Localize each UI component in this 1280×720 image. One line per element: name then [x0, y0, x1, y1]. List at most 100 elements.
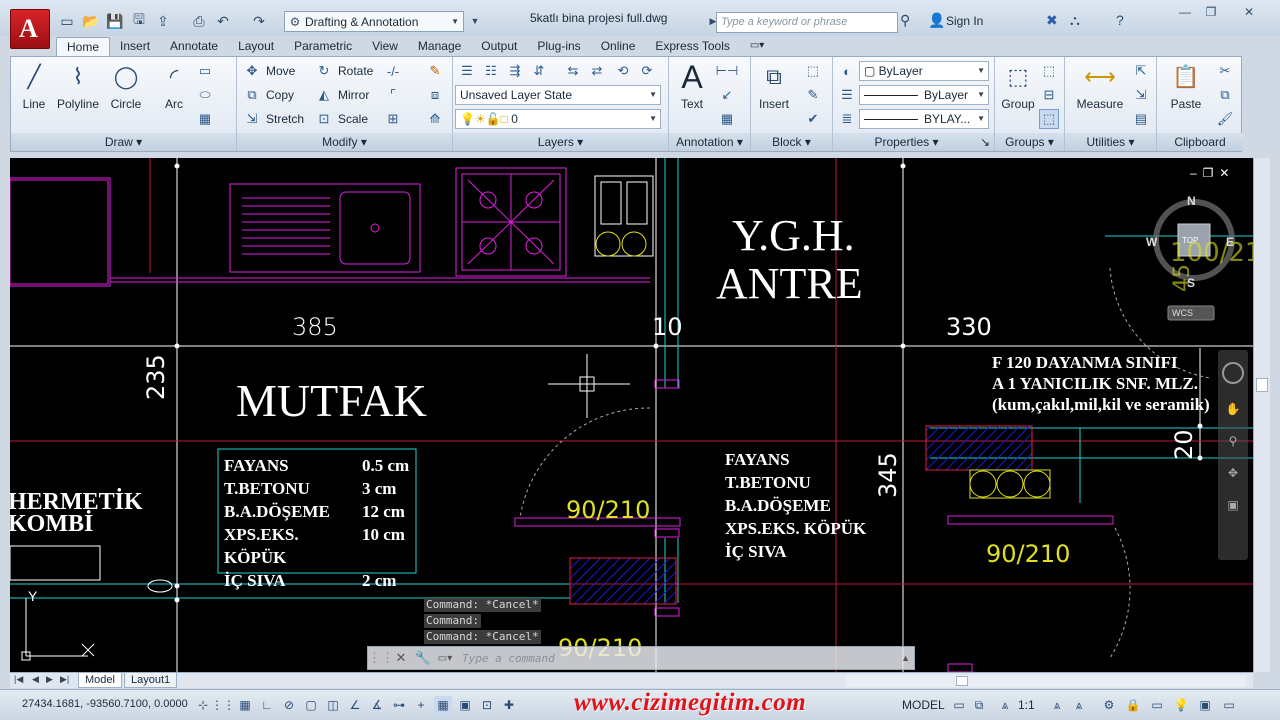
redo-icon[interactable]: ↷ [250, 12, 268, 30]
infer-constraints-icon[interactable]: ⊹ [194, 696, 212, 714]
sign-in-link[interactable]: Sign In [946, 14, 983, 28]
grip-icon[interactable]: ⋮⋮ [368, 650, 394, 666]
ribbon-options-icon[interactable]: ▭▾ [740, 37, 774, 56]
viewcube-top[interactable]: TOP [1182, 236, 1198, 245]
next-layout-icon[interactable]: ▶ [46, 674, 53, 685]
horizontal-scroll-thumb[interactable] [956, 676, 968, 686]
pan-icon[interactable]: ✋ [1224, 402, 1242, 420]
arc-tool[interactable]: ◜ Arc [151, 61, 197, 111]
polyline-tool[interactable]: ⌇ Polyline [53, 61, 103, 111]
web-save-icon[interactable]: ⇪ [154, 12, 172, 30]
block-panel-title[interactable]: Block ▾ [751, 133, 832, 151]
layer-off-icon[interactable]: ⟳ [637, 61, 657, 81]
viewcube-north[interactable]: N [1187, 194, 1196, 208]
showmotion-icon[interactable]: ▣ [1224, 498, 1242, 516]
properties-panel-title[interactable]: Properties ▾ ↘ [833, 133, 994, 151]
leader-icon[interactable]: ↙ [717, 85, 737, 105]
hatch-icon[interactable]: ▦ [195, 109, 215, 129]
recent-commands-icon[interactable]: ▭▾ [434, 653, 456, 664]
wrench-icon[interactable]: 🔧 [412, 650, 434, 666]
layer-freeze-icon[interactable]: ⟲ [613, 61, 633, 81]
layers-panel-title[interactable]: Layers ▾ [453, 133, 668, 151]
create-block-icon[interactable]: ⬚ [803, 61, 823, 81]
tab-view[interactable]: View [362, 37, 408, 56]
open-icon[interactable]: 📂 [82, 12, 100, 30]
tab-model[interactable]: Model [78, 673, 122, 688]
navigation-bar[interactable]: ✋ ⚲ ✥ ▣ [1218, 350, 1248, 560]
viewcube-east[interactable]: E [1226, 235, 1234, 249]
workspace-switching-icon[interactable]: ⚙ [1100, 696, 1118, 714]
group-selection-icon[interactable]: ⬚ [1039, 109, 1059, 129]
clipboard-panel-title[interactable]: Clipboard [1157, 133, 1243, 151]
orbit-icon[interactable]: ✥ [1224, 466, 1242, 484]
snap-mode-icon[interactable]: ⋮⋮ [211, 696, 235, 714]
maximize-button[interactable]: ❐ [1198, 3, 1224, 21]
wcs-menu[interactable]: WCS [1172, 308, 1193, 318]
rectangle-icon[interactable]: ▭ [195, 61, 215, 81]
scale-tool[interactable]: ⊡ Scale [315, 109, 368, 129]
undo-icon[interactable]: ↶ [214, 12, 232, 30]
text-tool[interactable]: A Text [669, 59, 715, 112]
viewcube-south[interactable]: S [1187, 276, 1195, 290]
attribute-icon[interactable]: ✔ [803, 109, 823, 129]
ortho-mode-icon[interactable]: ∟ [258, 696, 276, 714]
vertical-scroll-thumb[interactable] [1256, 378, 1268, 392]
lineweight-toggle-icon[interactable]: + [412, 696, 430, 714]
steering-wheel-icon[interactable] [1222, 362, 1244, 384]
tab-express-tools[interactable]: Express Tools [645, 37, 739, 56]
annotation-scale-icon[interactable]: ⩓ [996, 696, 1014, 714]
ungroup-icon[interactable]: ⬚ [1039, 61, 1059, 81]
help-icon[interactable]: ? [1116, 12, 1124, 28]
erase-icon[interactable]: ✎ [425, 61, 445, 81]
copy-clip-icon[interactable]: ⧉ [1215, 85, 1235, 105]
dynamic-ucs-icon[interactable]: ∡ [368, 696, 386, 714]
draw-panel-title[interactable]: Draw ▾ [11, 133, 236, 151]
object-snap-tracking-icon[interactable]: ∠ [346, 696, 364, 714]
polar-tracking-icon[interactable]: ⊘ [280, 696, 298, 714]
tab-output[interactable]: Output [471, 37, 527, 56]
tab-online[interactable]: Online [591, 37, 646, 56]
lineweight-icon[interactable]: ☰ [837, 85, 857, 105]
tab-annotate[interactable]: Annotate [160, 37, 228, 56]
search-input[interactable]: Type a keyword or phrase [716, 12, 898, 33]
application-status-icon[interactable]: ▣ [1196, 696, 1214, 714]
calculator-icon[interactable]: ▤ [1131, 109, 1151, 129]
zoom-icon[interactable]: ⚲ [1224, 434, 1242, 452]
model-space-toggle[interactable]: MODEL [902, 698, 945, 712]
mirror-tool[interactable]: ◭ Mirror [315, 85, 369, 105]
command-input[interactable]: Type a command [462, 652, 555, 665]
first-layout-icon[interactable]: |◀ [14, 674, 23, 685]
annotation-monitor-icon[interactable]: ✚ [500, 696, 518, 714]
lineweight-select[interactable]: BYLAY... ▼ [859, 109, 989, 129]
tab-parametric[interactable]: Parametric [284, 37, 362, 56]
exchange-icon[interactable]: ✖ [1046, 12, 1058, 29]
annotation-panel-title[interactable]: Annotation ▾ [669, 133, 750, 151]
layer-select[interactable]: 💡☀🔓□ 0 ▼ [455, 109, 661, 129]
linetype-icon[interactable]: ≣ [837, 109, 857, 129]
select-all-icon[interactable]: ⇱ [1131, 61, 1151, 81]
coordinate-readout[interactable]: 27434.1681, -93560.7100, 0.0000 [22, 698, 188, 710]
quick-view-layouts-icon[interactable]: ▭ [950, 696, 968, 714]
close-button[interactable]: ✕ [1236, 3, 1262, 21]
trim-icon[interactable]: -/- [383, 61, 403, 81]
application-menu-button[interactable]: A [10, 9, 50, 49]
tab-layout[interactable]: Layout [228, 37, 284, 56]
isolate-objects-icon[interactable]: 💡 [1172, 696, 1190, 714]
lock-icon[interactable]: 🔒 [1124, 696, 1142, 714]
tab-home[interactable]: Home [56, 37, 111, 56]
grid-display-icon[interactable]: ▦ [236, 696, 254, 714]
binoculars-icon[interactable]: ⚲ [900, 12, 910, 29]
community-icon[interactable]: ⛬ [1070, 12, 1080, 29]
copy-tool[interactable]: ⧉ Copy [243, 85, 294, 105]
measure-tool[interactable]: ⟷ Measure [1073, 61, 1127, 111]
line-tool[interactable]: ╱ Line [11, 61, 57, 111]
match-icon[interactable]: 🖌 [1215, 109, 1235, 129]
color-select[interactable]: ▢ ByLayer ▼ [859, 61, 989, 81]
group-tool[interactable]: ⬚ Group [995, 61, 1041, 111]
match-properties-icon[interactable]: ◐ [837, 61, 857, 81]
ellipse-icon[interactable]: ⬭ [195, 85, 215, 105]
linetype-select[interactable]: ByLayer ▼ [859, 85, 989, 105]
plot-icon[interactable]: ⎙ [190, 12, 208, 30]
qat-dropdown-icon[interactable]: ▼ [466, 12, 484, 30]
tab-plug-ins[interactable]: Plug-ins [527, 37, 590, 56]
